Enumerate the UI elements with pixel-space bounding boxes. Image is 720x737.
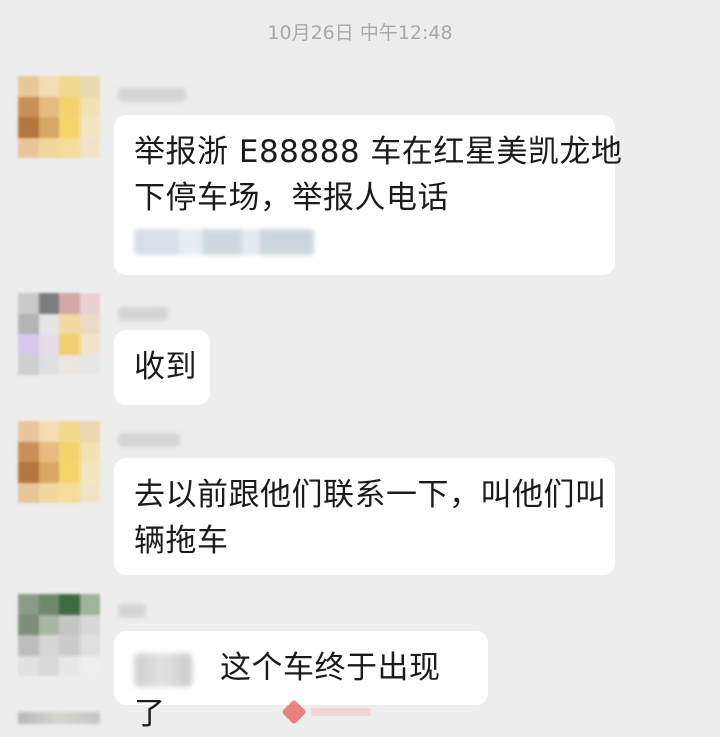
- message-bubble[interactable]: 收到: [114, 330, 210, 405]
- chat-timestamp: 10月26日 中午12:48: [267, 22, 453, 44]
- watermark-icon: [281, 699, 307, 725]
- message-text: 收到: [134, 349, 197, 385]
- message-text: 辆拖车: [134, 523, 229, 559]
- message-text: 举报浙 E88888 车在红星美凯龙地: [134, 134, 623, 170]
- message-text: 去以前跟他们联系一下，叫他们叫: [134, 477, 607, 513]
- watermark-mark: [311, 708, 371, 716]
- avatar[interactable]: [18, 421, 100, 503]
- bottom-avatar-partial: [18, 712, 100, 724]
- message-bubble[interactable]: 这个车终于出现了: [114, 631, 488, 732]
- avatar[interactable]: [18, 594, 100, 676]
- redacted-mention: [134, 652, 192, 687]
- redacted-phone-number: [134, 229, 314, 255]
- sender-name: [118, 88, 186, 102]
- message-bubble[interactable]: 去以前跟他们联系一下，叫他们叫 辆拖车: [114, 458, 615, 575]
- sender-name: [118, 307, 168, 321]
- sender-name: [118, 604, 146, 618]
- message-bubble[interactable]: 举报浙 E88888 车在红星美凯龙地 下停车场，举报人电话: [114, 115, 623, 275]
- avatar[interactable]: [18, 293, 100, 375]
- avatar[interactable]: [18, 76, 100, 158]
- watermark-logo: [281, 699, 445, 725]
- message-text: 下停车场，举报人电话: [134, 180, 449, 216]
- sender-name: [118, 433, 180, 447]
